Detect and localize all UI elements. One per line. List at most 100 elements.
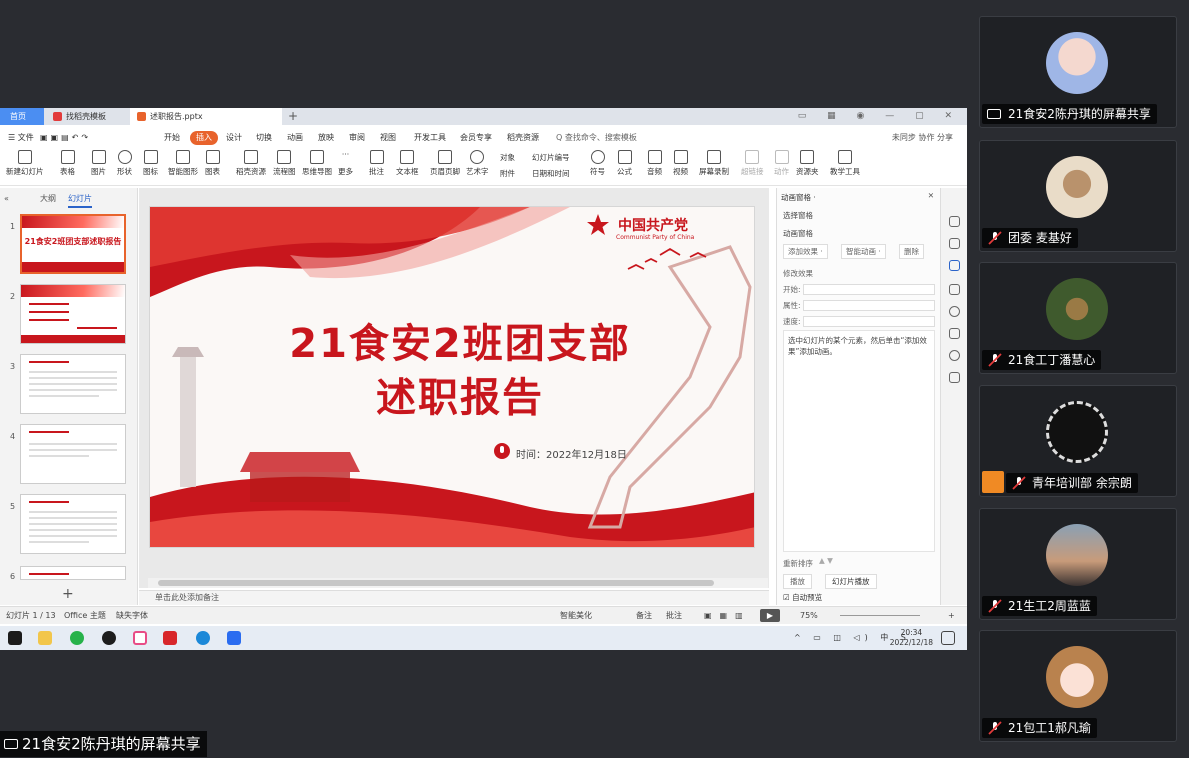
collapse-panel-icon[interactable]: « [4,192,9,206]
slide-thumbnail-6[interactable] [20,566,126,580]
slide-thumbnail-1[interactable]: 21食安2班团支部述职报告 [20,214,126,274]
play-slideshow-button[interactable]: ▶ [760,609,780,622]
qq-icon[interactable] [102,631,116,645]
animation-list[interactable]: 选中幻灯片的某个元素，然后单击“添加效果”添加动画。 [783,330,935,552]
ribbon-video[interactable]: 视频 [673,150,688,177]
edge-browser-icon[interactable] [196,631,210,645]
window-controls[interactable]: ▭ ▦ ◉ — ▢ ✕ [798,108,961,125]
ribbon-picture[interactable]: 图片 [91,150,106,177]
taskbar-clock[interactable]: 20:34 2022/12/18 [890,628,933,648]
menu-design[interactable]: 设计 [222,131,246,145]
add-effect-button[interactable]: 添加效果 · [783,244,828,259]
table-format-icon[interactable] [949,328,960,339]
smart-beautify-button[interactable]: 智能美化 [560,607,592,624]
tab-home[interactable]: 首页 [0,108,44,125]
close-pane-icon[interactable]: ✕ [928,191,934,200]
menu-view[interactable]: 视图 [376,131,400,145]
file-explorer-icon[interactable] [38,631,52,645]
select-pane-button[interactable]: 选择窗格 [783,210,813,221]
participant-card[interactable]: 青年培训部 余宗朗 [979,385,1177,497]
tab-outline[interactable]: 大纲 [40,192,56,206]
ribbon-mindmap[interactable]: 思维导图 [302,150,332,177]
ribbon-slide-number[interactable]: 幻灯片编号 [532,152,570,163]
ribbon-icons[interactable]: 图标 [143,150,158,177]
ribbon-resource-folder[interactable]: 资源夹 [796,150,819,177]
slideshow-button[interactable]: 幻灯片播放 [825,574,877,589]
ribbon-action[interactable]: 动作 [774,150,789,177]
ribbon-more[interactable]: ··· 更多 [338,150,353,177]
participant-card[interactable]: 21生工2周蓝蓝 [979,508,1177,620]
tab-document[interactable]: 述职报告.pptx [130,108,282,125]
slide-thumbnail-3[interactable] [20,354,126,414]
menu-insert[interactable]: 插入 [190,131,218,145]
missing-font-button[interactable]: 缺失字体 [116,607,148,624]
ribbon-comment[interactable]: 批注 [369,150,384,177]
smart-animation-button[interactable]: 智能动画 · [841,244,886,259]
property-select[interactable] [803,300,935,311]
notes-button[interactable]: 备注 [636,607,652,624]
scrollbar-thumb[interactable] [158,580,714,586]
menu-file[interactable]: ☰ 文件 [4,131,38,145]
menu-home[interactable]: 开始 [160,131,184,145]
quick-access-icons[interactable]: ▣▣▤↶↷ [36,131,95,145]
ribbon-flowchart[interactable]: 流程图 [273,150,296,177]
ribbon-header-footer[interactable]: 页眉页脚 [430,150,460,177]
ribbon-date-time[interactable]: 日期和时间 [532,168,570,179]
ribbon-formula[interactable]: 公式 [617,150,632,177]
tab-docer-templates[interactable]: 找稻壳模板 [46,108,130,125]
zoom-in-button[interactable]: + [948,607,955,624]
command-search[interactable]: Q 查找命令、搜索模板 [556,131,637,145]
zoom-slider[interactable] [840,615,920,616]
animation-star-icon[interactable] [949,260,960,271]
menu-animation[interactable]: 动画 [283,131,307,145]
ribbon-symbol[interactable]: 符号 [590,150,605,177]
anim-pane-header[interactable]: 动画窗格 · [781,192,816,203]
participant-card[interactable]: 21食工丁潘慧心 [979,262,1177,374]
notes-placeholder[interactable]: 单击此处添加备注 [139,590,769,605]
ribbon-wordart[interactable]: 艺术字 [466,150,489,177]
slide-thumbnail-4[interactable] [20,424,126,484]
menu-developer[interactable]: 开发工具 [410,131,450,145]
autopreview-checkbox[interactable]: ☑ 自动预览 [783,592,822,603]
ribbon-table[interactable]: 表格 [60,150,75,177]
menu-transition[interactable]: 切换 [252,131,276,145]
help-icon[interactable] [949,306,960,317]
tencent-meeting-icon[interactable] [227,631,241,645]
ribbon-hyperlink[interactable]: 超链接 [741,150,764,177]
start-select[interactable] [803,284,935,295]
current-slide[interactable]: 中国共产党 Communist Party of China 21食安2班团支部… [149,206,755,548]
notification-icon[interactable] [941,631,955,645]
ribbon-attachment[interactable]: 附件 [500,168,515,179]
move-up-icon[interactable]: ▲ ▼ [819,556,833,565]
ribbon-textbox[interactable]: 文本框 [396,150,419,177]
adjust-icon[interactable] [949,238,960,249]
participant-card[interactable]: 团委 麦基好 [979,140,1177,252]
location-icon[interactable] [949,350,960,361]
menu-member[interactable]: 会员专享 [456,131,496,145]
wechat-icon[interactable] [70,631,84,645]
slide-thumbnail-5[interactable] [20,494,126,554]
participant-card[interactable]: 21包工1郝凡瑜 [979,630,1177,742]
delete-effect-button[interactable]: 删除 [899,244,924,259]
ribbon-object[interactable]: 对象 [500,152,515,163]
play-button[interactable]: 播放 [783,574,812,589]
ribbon-smartart[interactable]: 智能图形 [168,150,198,177]
ribbon-screen-record[interactable]: 屏幕录制 [699,150,729,177]
menu-docer-resources[interactable]: 稻壳资源 [503,131,543,145]
shape-format-icon[interactable] [949,284,960,295]
horizontal-scrollbar[interactable] [148,578,768,588]
tab-slides[interactable]: 幻灯片 [68,192,92,208]
bookmark-icon[interactable] [949,372,960,383]
ribbon-shape[interactable]: 形状 [117,150,132,177]
ribbon-teaching-tools[interactable]: 教学工具 [830,150,860,177]
slide-thumbnail-2[interactable] [20,284,126,344]
windows-start-icon[interactable] [8,631,22,645]
menu-right-actions[interactable]: 未同步 协作 分享 [892,131,953,145]
menu-review[interactable]: 审阅 [345,131,369,145]
cursor-tool-icon[interactable] [949,216,960,227]
speed-select[interactable] [803,316,935,327]
new-tab-button[interactable]: + [288,108,298,125]
comments-button[interactable]: 批注 [666,607,682,624]
add-slide-button[interactable]: + [62,586,74,602]
view-mode-icons[interactable]: ▣▦▥ [704,607,751,624]
